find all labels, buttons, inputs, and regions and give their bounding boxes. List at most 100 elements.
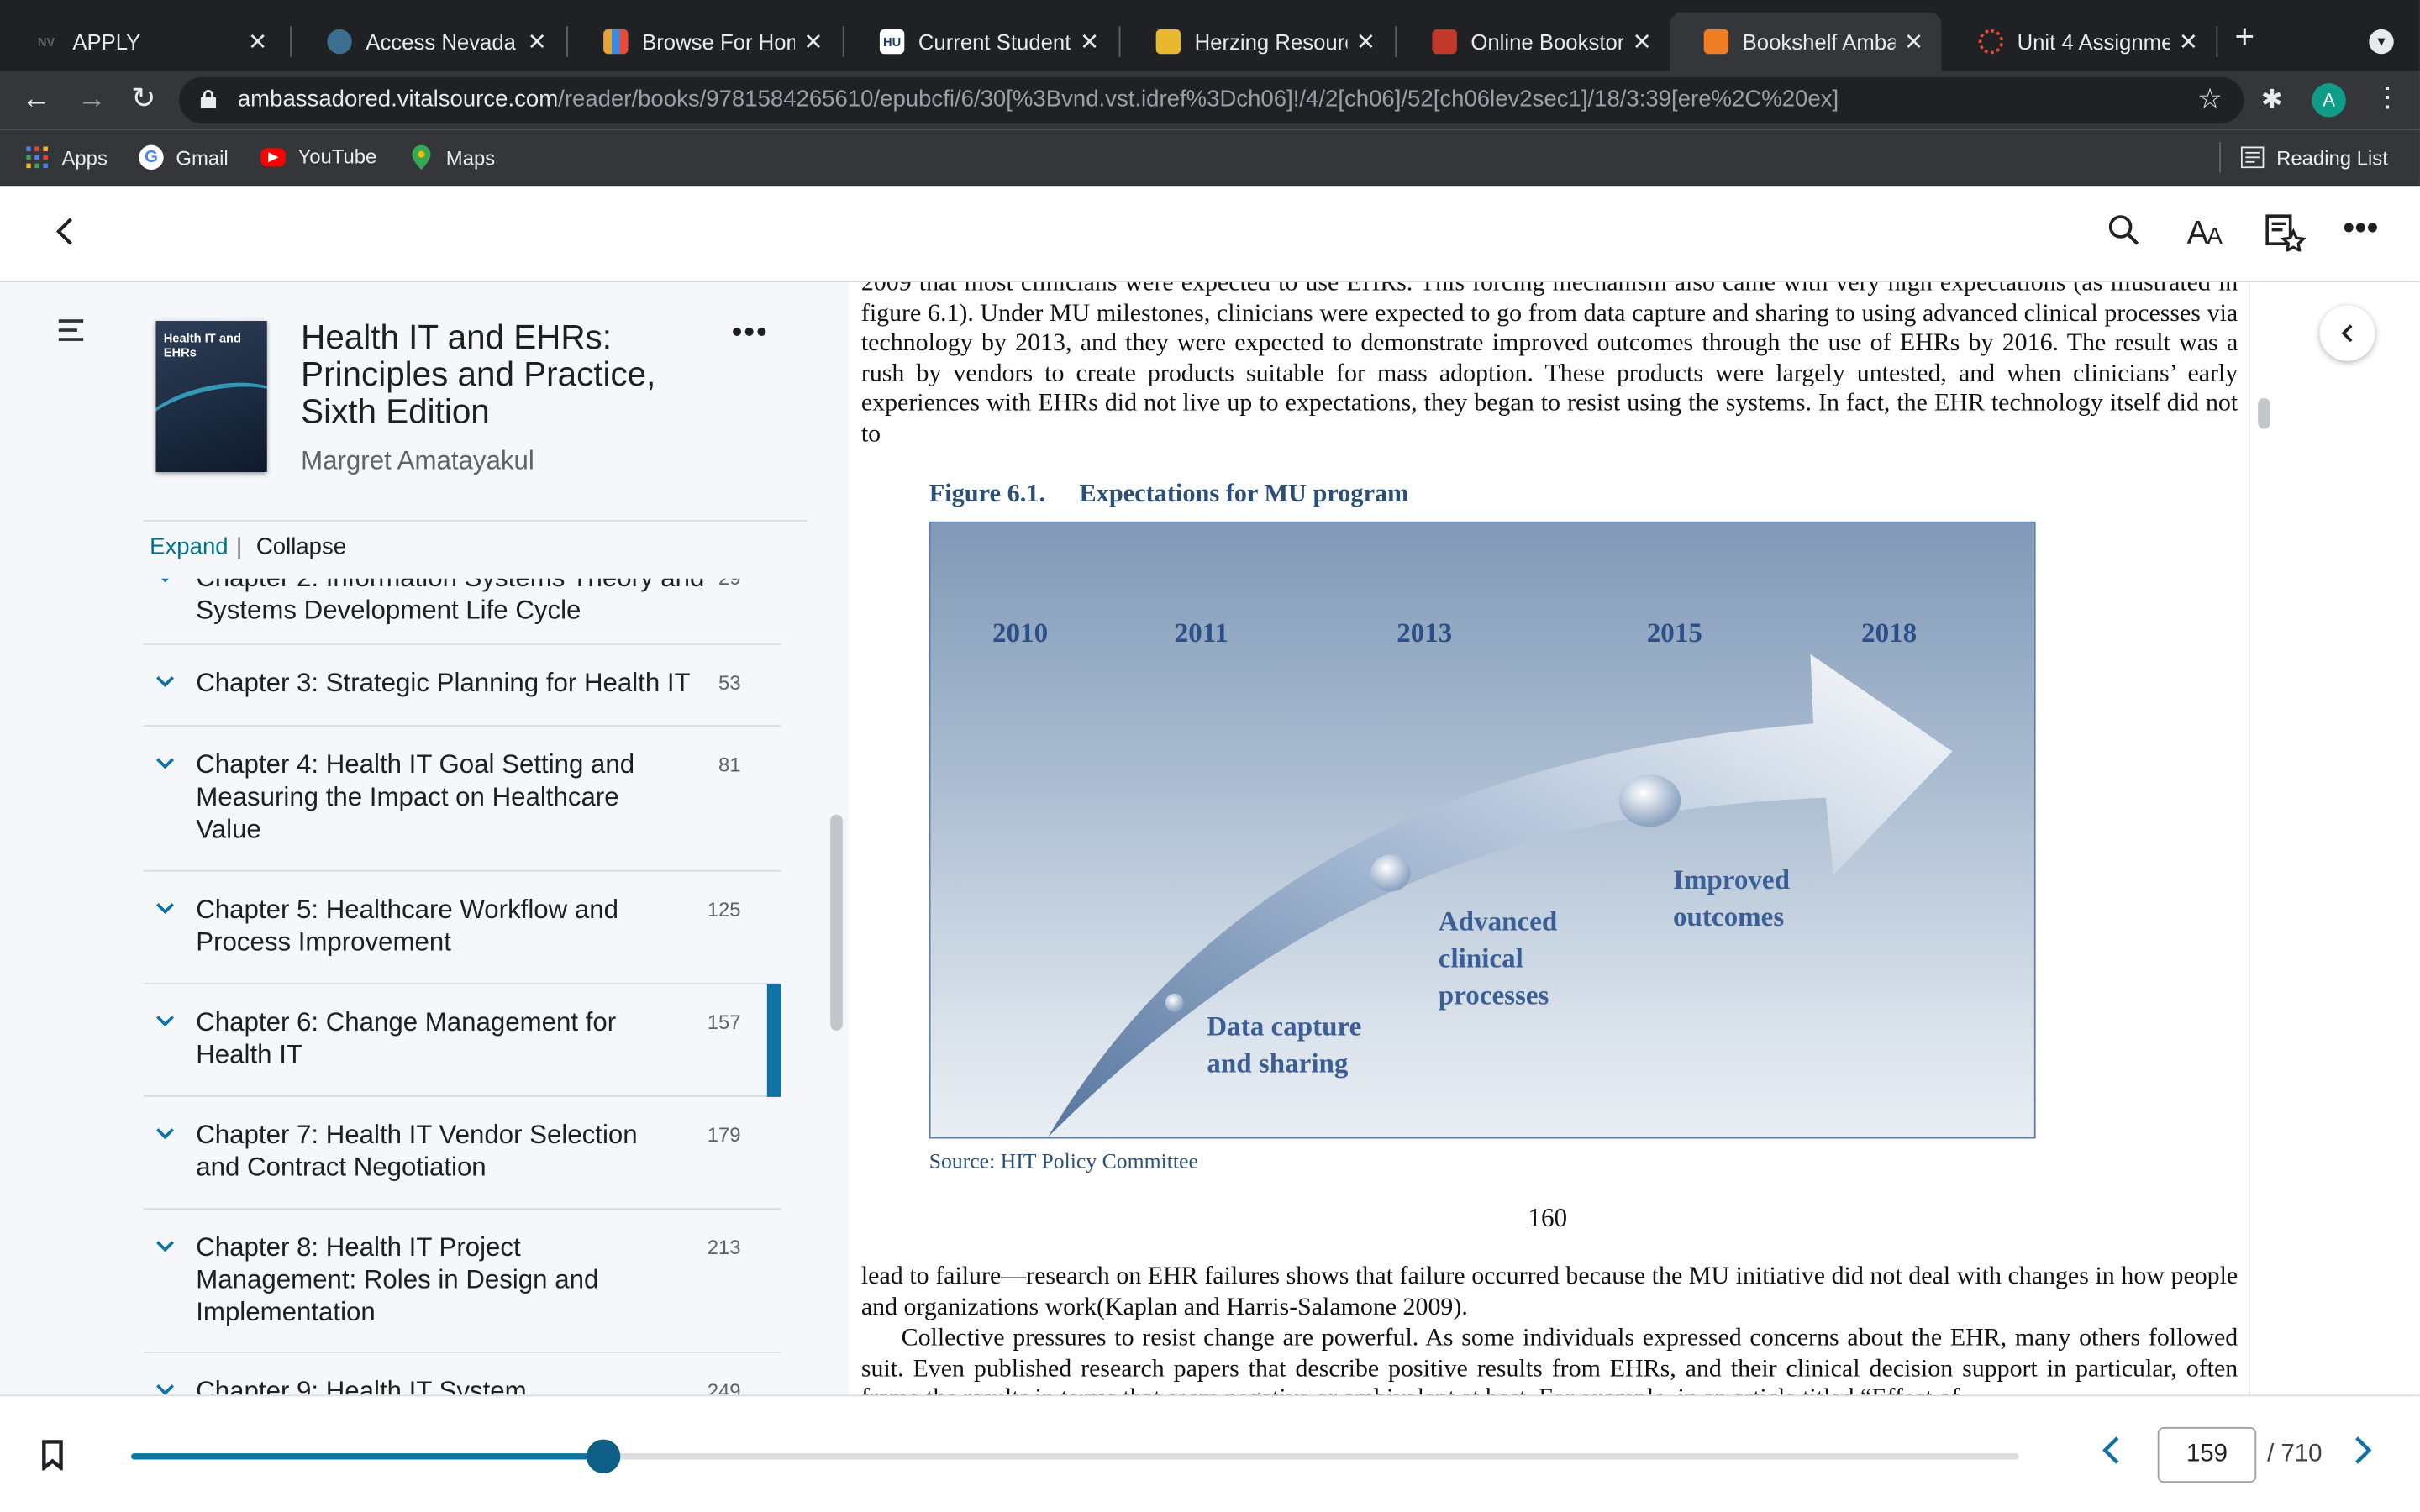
tab-separator — [842, 26, 844, 57]
reload-icon[interactable]: ↻ — [131, 84, 155, 116]
bookmark-youtube[interactable]: ▶ YouTube — [260, 145, 376, 168]
tab-title: Access Nevada — [366, 29, 516, 55]
page-slider-fill — [131, 1453, 603, 1460]
close-icon[interactable]: ✕ — [1077, 28, 1102, 55]
chevron-down-icon[interactable] — [156, 578, 175, 584]
chevron-down-icon[interactable] — [156, 675, 175, 688]
nv-favicon-icon: NV — [37, 34, 55, 49]
figure-6-1: 2010 2011 2013 2015 2018 Data capture an… — [929, 521, 2036, 1139]
youtube-play-icon: ▶ — [260, 147, 286, 166]
page-number-input[interactable]: 159 — [2157, 1426, 2257, 1483]
chevron-down-icon[interactable] — [156, 1016, 175, 1028]
notebook-star-icon[interactable] — [2265, 214, 2307, 260]
bookmark-label: Apps — [61, 145, 108, 170]
menu-hamburger-icon[interactable] — [58, 319, 84, 347]
figure-year-2011: 2011 — [1174, 617, 1229, 648]
tab-title: Bookshelf Ambas — [1742, 29, 1896, 55]
close-icon[interactable]: ✕ — [2176, 28, 2201, 55]
toc-item-chapter-4[interactable]: Chapter 4: Health IT Goal Setting and Me… — [143, 727, 781, 872]
tab-apply[interactable]: NV APPLY ✕ — [0, 13, 286, 71]
tab-online-bookstore[interactable]: Online Bookstore ✕ — [1398, 13, 1670, 71]
bookstore-logo-icon — [1432, 29, 1457, 55]
more-options-icon[interactable]: ••• — [2343, 208, 2378, 249]
toc-item-chapter-9[interactable]: Chapter 9: Health IT System 249 — [144, 1353, 781, 1395]
toc-item-chapter-7[interactable]: Chapter 7: Health IT Vendor Selection an… — [143, 1097, 781, 1210]
tab-herzing-resource[interactable]: Herzing Resource ✕ — [1122, 13, 1393, 71]
panel-toggle-chevron-icon[interactable] — [2319, 305, 2375, 361]
toc-item-chapter-8[interactable]: Chapter 8: Health IT Project Management:… — [143, 1210, 781, 1353]
extensions-puzzle-icon[interactable]: ✱ — [2261, 85, 2283, 116]
apps-grid-icon — [24, 145, 49, 170]
lock-icon — [200, 90, 217, 108]
text-size-icon[interactable]: AA — [2187, 216, 2223, 253]
reader-back-chevron-icon[interactable] — [55, 216, 74, 256]
toc-item-chapter-6-current[interactable]: Chapter 6: Change Management for Health … — [143, 984, 781, 1097]
tab-title: APPLY — [72, 29, 141, 55]
bookmarks-divider — [2219, 141, 2222, 173]
paragraph-3: Collective pressures to resist change ar… — [860, 1322, 2238, 1394]
close-icon[interactable]: ✕ — [801, 28, 825, 55]
close-icon[interactable]: ✕ — [1902, 28, 1926, 55]
toc-item-chapter-3[interactable]: Chapter 3: Strategic Planning for Health… — [143, 645, 781, 727]
sidebar-scrollbar[interactable] — [830, 814, 843, 1031]
content-scrollbar[interactable] — [2258, 397, 2270, 429]
expand-link[interactable]: Expand — [150, 533, 228, 559]
address-bar[interactable]: ambassadored.vitalsource.com/reader/book… — [179, 76, 2244, 123]
url-path: /reader/books/9781584265610/epubcfi/6/30… — [558, 86, 1839, 113]
figure-year-2013: 2013 — [1397, 617, 1453, 648]
url-text: ambassadored.vitalsource.com/reader/book… — [238, 87, 1839, 113]
sidebar-divider — [143, 519, 808, 522]
tab-bookshelf-active[interactable]: Bookshelf Ambas ✕ — [1670, 12, 1942, 71]
reader-header: AA ••• — [0, 186, 2420, 283]
tab-title: Unit 4 Assignmen — [2017, 29, 2170, 55]
toc-item-chapter-5[interactable]: Chapter 5: Healthcare Workflow and Proce… — [143, 872, 781, 984]
close-icon[interactable]: ✕ — [524, 28, 549, 55]
page-slider[interactable] — [131, 1439, 2019, 1474]
close-icon[interactable]: ✕ — [1354, 28, 1378, 55]
profile-avatar[interactable]: A — [2312, 83, 2346, 118]
close-icon[interactable]: ✕ — [1630, 28, 1655, 55]
back-arrow-icon[interactable]: ← — [22, 84, 51, 116]
toc-list: Chapter 2: Information Systems Theory an… — [0, 578, 826, 1395]
toc-page: 157 — [707, 1011, 741, 1034]
unit-logo-icon — [1978, 29, 2004, 55]
content-right-border — [2249, 282, 2250, 1395]
herzing-logo-icon — [1155, 29, 1181, 55]
chevron-down-icon[interactable] — [156, 902, 175, 915]
browser-menu-icon[interactable]: ⋮ — [2374, 81, 2402, 114]
page-total: / 710 — [2267, 1441, 2323, 1467]
reading-list-button[interactable]: Reading List — [2239, 145, 2388, 170]
link-separator: | — [236, 533, 243, 560]
bookmark-star-icon[interactable]: ☆ — [2197, 83, 2223, 116]
collapse-link[interactable]: Collapse — [256, 533, 346, 559]
page-slider-thumb[interactable] — [586, 1439, 620, 1474]
figure-stage-improved-outcomes: Improved outcomes — [1672, 864, 1790, 932]
book-author: Margret Amatayakul — [301, 445, 534, 475]
cover-wave — [155, 370, 267, 462]
toc-item-chapter-2[interactable]: Chapter 2: Information Systems Theory an… — [143, 578, 781, 645]
reading-list-icon — [2239, 145, 2264, 170]
tab-search-chevron-icon[interactable]: ▾ — [2369, 29, 2394, 55]
chevron-down-icon[interactable] — [156, 1241, 175, 1253]
next-page-chevron-icon[interactable] — [2354, 1435, 2372, 1475]
previous-page-chevron-icon[interactable] — [2102, 1435, 2121, 1475]
tab-access-nevada[interactable]: Access Nevada ✕ — [293, 13, 565, 71]
chevron-down-icon[interactable] — [156, 758, 175, 770]
bookmark-apps[interactable]: Apps — [24, 145, 108, 170]
chevron-down-icon[interactable] — [156, 1384, 175, 1395]
close-icon[interactable]: ✕ — [245, 28, 270, 55]
tab-unit-4-assignment[interactable]: Unit 4 Assignmen ✕ — [1944, 13, 2216, 71]
tab-browse-for-home[interactable]: Browse For Home ✕ — [570, 13, 841, 71]
search-icon[interactable] — [2108, 214, 2139, 255]
book-more-icon[interactable]: ••• — [732, 317, 769, 352]
maps-pin-icon — [409, 144, 434, 171]
toc-label: Chapter 6: Change Management for Health … — [196, 1007, 617, 1069]
bookmark-icon[interactable] — [42, 1440, 64, 1471]
new-tab-button[interactable]: + — [2235, 19, 2255, 54]
forward-arrow-icon[interactable]: → — [77, 84, 107, 116]
bookmark-maps[interactable]: Maps — [409, 144, 495, 171]
tab-current-student[interactable]: HU Current Student F ✕ — [846, 13, 1118, 71]
bookmark-gmail[interactable]: G Gmail — [139, 144, 229, 171]
book-cover[interactable]: Health IT and EHRs — [155, 321, 267, 473]
chevron-down-icon[interactable] — [156, 1128, 175, 1141]
